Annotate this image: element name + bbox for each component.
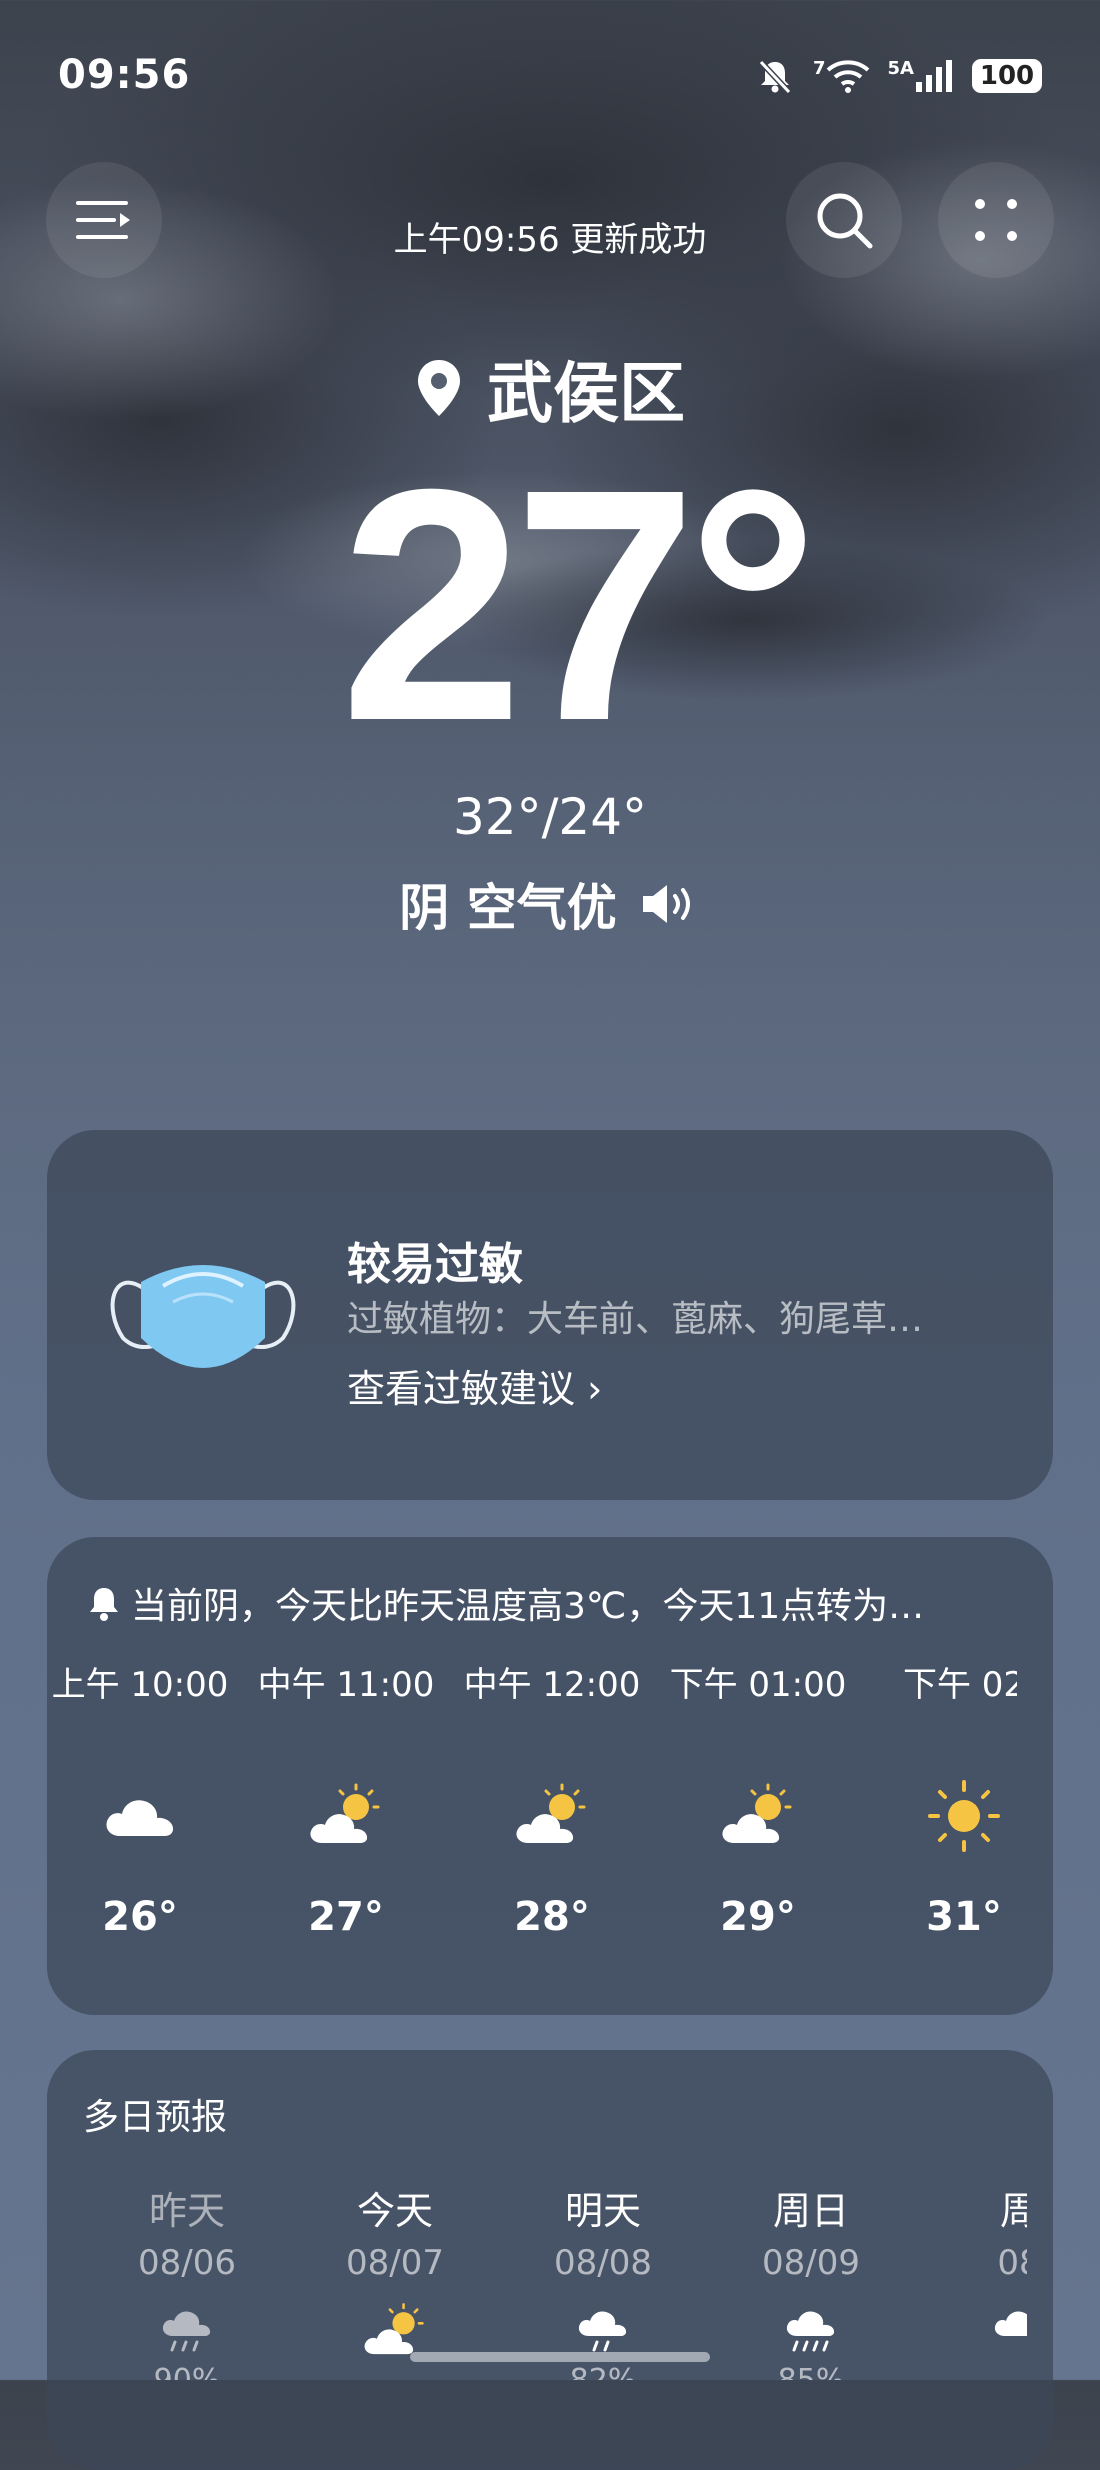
hour-temp: 27° [308,1894,384,1940]
day-date: 08 [997,2243,1027,2283]
day-precip: 90% [97,2363,277,2380]
day-precip: 85% [721,2363,901,2380]
search-button[interactable] [786,162,902,278]
rain-cloud-icon [786,2311,835,2352]
allergy-plants: 过敏植物：大车前、蓖麻、狗尾草… [347,1299,924,1340]
daily-item: 明天 08/08 82% [513,2180,693,2380]
more-button[interactable] [938,162,1054,278]
home-indicator[interactable] [410,2352,710,2362]
wifi-icon [826,60,869,93]
hourly-item: 下午 02 31° [861,1657,1017,1940]
rain-cloud-icon [578,2311,627,2352]
hourly-item: 中午 12:00 28° [449,1657,655,1940]
condition-text: 阴 空气优 [399,879,617,937]
day-name: 周 [999,2189,1027,2233]
face-mask-icon [110,1265,296,1368]
day-date: 08/07 [346,2243,444,2283]
partly-sunny-icon [310,1783,380,1843]
sun-icon [928,1780,1000,1852]
daily-item: 周 08 [929,2180,1027,2363]
weather-condition: 阴 空气优 [0,868,1100,940]
cloud-icon [106,1800,174,1836]
hour-temp: 31° [926,1894,1002,1940]
daily-scroll[interactable]: 昨天 08/06 90% 今天 08/07 [47,2050,1027,2380]
hour-time: 中午 12:00 [463,1665,641,1705]
status-icons: 7 5A 100 [755,56,1042,96]
hour-temp: 29° [720,1894,796,1940]
rain-cloud-icon [994,2311,1027,2336]
hour-time: 下午 02 [902,1665,1017,1705]
allergy-advice-link[interactable]: 查看过敏建议 › [347,1358,602,1413]
day-date: 08/08 [554,2243,652,2283]
hourly-item: 上午 10:00 26° [47,1657,243,1940]
status-time: 09:56 [58,52,191,98]
status-bar: 09:56 7 5A 100 [0,0,1100,150]
hour-time: 下午 01:00 [669,1665,847,1705]
daily-item: 周日 08/09 85% [721,2180,901,2380]
battery-indicator: 100 [972,59,1042,93]
allergy-card[interactable]: 较易过敏 过敏植物：大车前、蓖麻、狗尾草… 查看过敏建议 › [47,1130,1053,1500]
daily-item: 今天 08/07 [305,2180,485,2363]
day-name: 周日 [772,2189,849,2233]
wifi-badge: 7 [813,58,826,79]
speaker-icon[interactable] [639,881,701,927]
day-date: 08/09 [762,2243,860,2283]
hourly-forecast-card[interactable]: 当前阴，今天比昨天温度高3℃，今天11点转为… 上午 10:00 26° 中午 … [47,1537,1053,2015]
day-precip: 82% [513,2363,693,2380]
current-temperature: 27° [340,420,819,789]
allergy-title: 较易过敏 [347,1239,523,1290]
rain-cloud-icon [162,2311,211,2352]
hour-time: 上午 10:00 [51,1665,229,1705]
hour-temp: 26° [102,1894,178,1940]
hour-time: 中午 11:00 [257,1665,435,1705]
bell-muted-icon [758,59,792,95]
hourly-item: 中午 11:00 27° [243,1657,449,1940]
network-badge: 5A [887,58,914,79]
more-dots-icon [975,199,1017,241]
daily-item: 昨天 08/06 90% [97,2180,277,2380]
hour-temp: 28° [514,1894,590,1940]
daily-forecast-card[interactable]: 多日预报 昨天 08/06 90% 今天 08/07 [47,2050,1053,2470]
location-pin-icon [418,360,460,416]
partly-sunny-icon [516,1783,586,1843]
update-status: 上午09:56 更新成功 [393,220,707,260]
search-icon [817,193,873,249]
hourly-scroll[interactable]: 上午 10:00 26° 中午 11:00 27° 中午 12:00 28° 下… [47,1537,1017,2015]
day-date: 08/06 [138,2243,236,2283]
day-name: 今天 [356,2189,433,2233]
day-name: 明天 [564,2189,641,2233]
day-name: 昨天 [148,2189,225,2233]
cellular-indicator: 5A [888,58,954,94]
wifi-indicator: 7 [813,58,870,94]
partly-sunny-icon [722,1783,792,1843]
hourly-item: 下午 01:00 29° [655,1657,861,1940]
signal-bars-icon [916,60,952,92]
high-low-temperature: 32°/24° [452,788,648,846]
